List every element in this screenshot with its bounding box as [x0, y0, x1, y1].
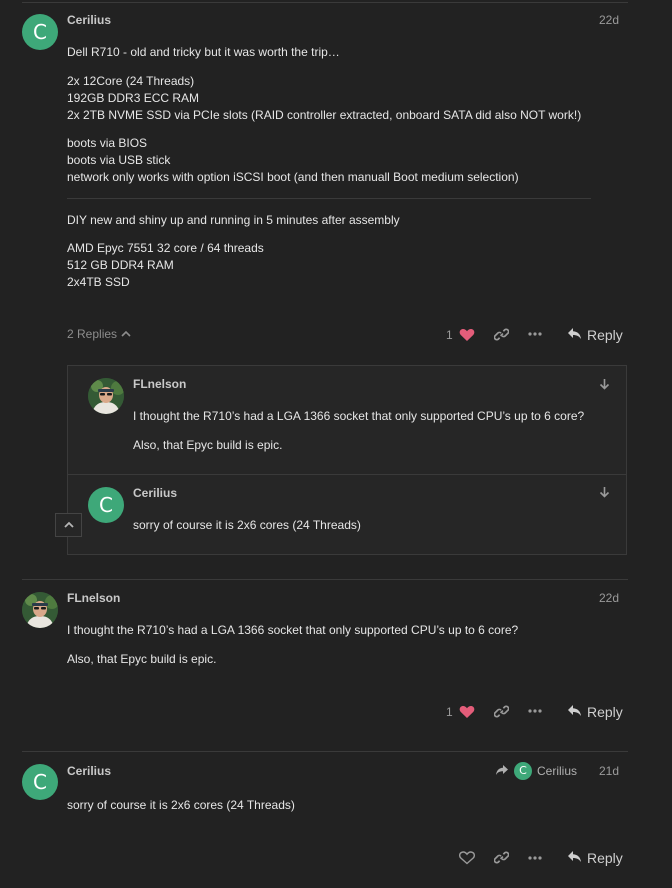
- share-arrow-icon: [495, 764, 509, 779]
- reply-label: Reply: [587, 704, 623, 720]
- more-icon[interactable]: [528, 328, 542, 343]
- post-text: sorry of course it is 2x6 cores (24 Thre…: [133, 518, 361, 532]
- link-icon[interactable]: [493, 704, 510, 722]
- post-username[interactable]: Cerilius: [67, 13, 111, 27]
- post-text: Also, that Epyc build is epic.: [67, 652, 217, 666]
- replies-count-label: 2 Replies: [67, 327, 118, 341]
- avatar[interactable]: C: [22, 14, 58, 50]
- reply-button[interactable]: Reply: [567, 850, 623, 866]
- post-text: boots via BIOS: [67, 136, 148, 150]
- post-text: 2x4TB SSD: [67, 275, 130, 289]
- more-icon[interactable]: [528, 705, 542, 720]
- reply-to-tab[interactable]: C Cerilius: [495, 762, 577, 780]
- post-text: 192GB DDR3 ECC RAM: [67, 91, 200, 105]
- reply-label: Reply: [587, 327, 623, 343]
- embedded-divider: [68, 474, 626, 475]
- reply-button[interactable]: Reply: [567, 327, 623, 343]
- top-divider: [22, 2, 628, 3]
- heart-icon[interactable]: [459, 328, 475, 345]
- post-text: 2x 2TB NVME SSD via PCIe slots (RAID con…: [67, 108, 582, 122]
- post-username[interactable]: Cerilius: [133, 486, 177, 500]
- post-text: Dell R710 - old and tricky but it was wo…: [67, 45, 340, 59]
- post-text: 512 GB DDR4 RAM: [67, 258, 174, 272]
- replies-toggle[interactable]: 2 Replies: [67, 327, 131, 341]
- reply-icon: [567, 327, 582, 343]
- avatar[interactable]: C: [22, 764, 58, 800]
- reply-to-username: Cerilius: [537, 764, 578, 778]
- avatar[interactable]: [88, 378, 124, 414]
- post-text: DIY new and shiny up and running in 5 mi…: [67, 213, 400, 227]
- post-username[interactable]: FLnelson: [133, 377, 186, 391]
- avatar[interactable]: [22, 592, 58, 628]
- heart-icon[interactable]: [458, 851, 476, 868]
- arrow-down-icon[interactable]: [599, 486, 610, 501]
- horizontal-rule: [67, 198, 591, 199]
- reply-icon: [567, 704, 582, 720]
- post-date[interactable]: 22d: [599, 13, 619, 27]
- post-text: sorry of course it is 2x6 cores (24 Thre…: [67, 798, 295, 812]
- post-text: 2x 12Core (24 Threads): [67, 74, 195, 88]
- post-username[interactable]: Cerilius: [67, 764, 111, 778]
- arrow-down-icon[interactable]: [599, 378, 610, 393]
- post-divider: [22, 751, 628, 752]
- post-text: boots via USB stick: [67, 153, 171, 167]
- post-date[interactable]: 22d: [599, 591, 619, 605]
- more-icon[interactable]: [528, 852, 542, 867]
- link-icon[interactable]: [493, 850, 510, 868]
- avatar[interactable]: C: [88, 487, 124, 523]
- reply-button[interactable]: Reply: [567, 704, 623, 720]
- heart-icon[interactable]: [459, 705, 475, 722]
- reply-to-avatar: C: [514, 762, 532, 780]
- reply-icon: [567, 850, 582, 866]
- post-divider: [22, 579, 628, 580]
- chevron-up-icon: [63, 518, 74, 532]
- like-count[interactable]: 1: [446, 328, 453, 342]
- chevron-up-icon: [121, 327, 131, 341]
- post-text: I thought the R710’s had a LGA 1366 sock…: [67, 623, 519, 637]
- collapse-replies-button[interactable]: [55, 513, 82, 537]
- post-text: I thought the R710’s had a LGA 1366 sock…: [133, 409, 585, 423]
- reply-label: Reply: [587, 850, 623, 866]
- post-date[interactable]: 21d: [599, 764, 619, 778]
- post-text: AMD Epyc 7551 32 core / 64 threads: [67, 241, 264, 255]
- link-icon[interactable]: [493, 327, 510, 345]
- post-username[interactable]: FLnelson: [67, 591, 120, 605]
- like-count[interactable]: 1: [446, 705, 453, 719]
- post-text: network only works with option iSCSI boo…: [67, 170, 519, 184]
- post-text: Also, that Epyc build is epic.: [133, 438, 283, 452]
